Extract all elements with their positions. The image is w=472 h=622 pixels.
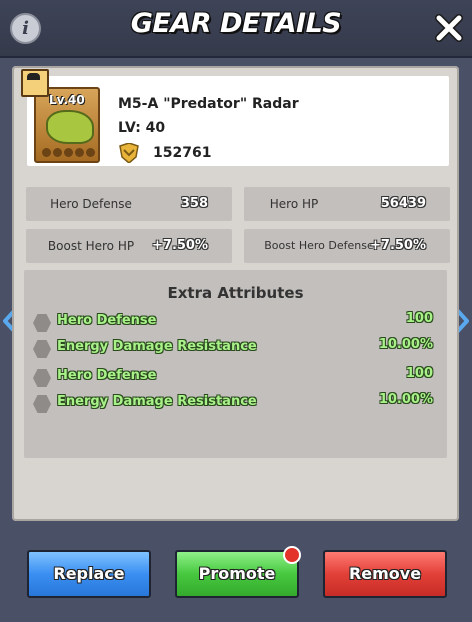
close-icon[interactable] [433,12,465,44]
radar-icon [46,110,94,144]
attribute-row: Energy Damage Resistance 10.00% [33,392,433,414]
stat-value: 358 [180,196,208,211]
hero-portrait-icon [21,69,49,97]
promote-button[interactable]: Promote [175,546,301,598]
stat-label: Boost Hero HP [47,239,135,253]
attribute-name: Hero Defense [57,368,157,383]
remove-button[interactable]: Remove [323,550,447,598]
hexagon-icon [33,340,51,358]
stat-value: +7.50% [370,238,426,253]
stat-label: Hero HP [269,197,319,211]
stat-boost-hero-defense: Boost Hero Defense +7.50% [244,229,450,263]
slot-icon [86,148,95,157]
page-title: GEAR DETAILS [130,8,342,39]
power-value: 152761 [153,145,212,161]
gear-slots [42,148,95,157]
slot-icon [53,148,62,157]
gear-level: LV: 40 [118,120,166,136]
attribute-value: 100 [405,311,433,326]
stat-hero-defense: Hero Defense 358 [26,187,232,221]
extra-attributes-section: Extra Attributes Hero Defense 100 Energy… [24,270,447,458]
hexagon-icon [33,369,51,387]
extra-attributes-title: Extra Attributes [167,284,304,302]
attribute-row: Hero Defense 100 [33,311,433,333]
gear-icon: Lv.40 [34,87,100,163]
slot-icon [75,148,84,157]
attribute-name: Hero Defense [57,313,157,328]
slot-icon [64,148,73,157]
attribute-row: Energy Damage Resistance 10.00% [33,337,433,359]
attribute-value: 100 [405,366,433,381]
stat-value: +7.50% [152,238,208,253]
stat-boost-hero-hp: Boost Hero HP +7.50% [26,229,232,263]
attribute-row: Hero Defense 100 [33,366,433,388]
gear-details-panel: Lv.40 M5-A "Predator" Radar LV: 40 15276… [12,66,459,521]
promote-button-label: Promote [198,564,276,583]
stat-value: 56439 [380,196,426,211]
attribute-value: 10.00% [378,392,433,407]
hexagon-icon [33,314,51,332]
attribute-value: 10.00% [378,337,433,352]
power-icon [119,143,139,163]
header-bar: i GEAR DETAILS [0,0,472,58]
notification-dot-icon [283,546,301,564]
stat-hero-hp: Hero HP 56439 [244,187,450,221]
attribute-name: Energy Damage Resistance [57,394,257,409]
gear-level-badge: Lv.40 [49,93,85,107]
gear-name: M5-A "Predator" Radar [118,96,299,112]
stat-label: Hero Defense [50,197,132,211]
replace-button[interactable]: Replace [27,550,151,598]
slot-icon [42,148,51,157]
hexagon-icon [33,395,51,413]
attribute-name: Energy Damage Resistance [57,339,257,354]
gear-card: Lv.40 M5-A "Predator" Radar LV: 40 15276… [21,69,449,166]
